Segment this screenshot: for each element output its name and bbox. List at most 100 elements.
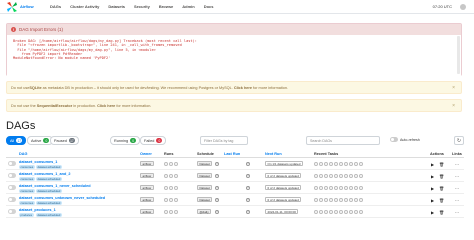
trigger-dag-play-icon[interactable]: ▶ bbox=[431, 198, 434, 203]
task-status-circle[interactable] bbox=[324, 209, 328, 214]
task-status-circle[interactable] bbox=[339, 209, 343, 214]
dag-tag[interactable]: dataset-scheduled bbox=[36, 177, 62, 181]
dag-id-link[interactable]: dataset_consumes_1 bbox=[19, 160, 57, 164]
run-status-circle[interactable] bbox=[164, 161, 168, 166]
task-status-circle[interactable] bbox=[359, 209, 363, 214]
filter-all-button[interactable]: All 17 bbox=[6, 136, 27, 145]
owner-badge[interactable]: airflow bbox=[140, 161, 154, 166]
task-status-circle[interactable] bbox=[334, 161, 338, 166]
task-status-circle[interactable] bbox=[354, 209, 358, 214]
nav-clock[interactable]: 07:20 UTC bbox=[433, 4, 452, 9]
task-status-circle[interactable] bbox=[354, 197, 358, 202]
close-icon[interactable]: × bbox=[452, 85, 455, 91]
task-status-circle[interactable] bbox=[334, 173, 338, 178]
dag-pause-toggle[interactable] bbox=[8, 173, 16, 178]
filter-failed-button[interactable]: Failed 0 bbox=[140, 136, 167, 145]
dag-id-link[interactable]: dataset_consumes_1_and_2 bbox=[19, 172, 71, 176]
dag-tag[interactable]: dataset-scheduled bbox=[36, 213, 62, 217]
dag-id-link[interactable]: dataset_consumes_unknown_never_scheduled bbox=[19, 196, 105, 200]
tag-filter-input[interactable]: Filter DAGs by tag bbox=[200, 136, 248, 145]
dag-tag[interactable]: dataset-scheduled bbox=[36, 165, 62, 169]
run-status-circle[interactable] bbox=[169, 197, 173, 202]
next-run-value[interactable]: On 1/1 datasets updated bbox=[265, 161, 303, 166]
task-status-circle[interactable] bbox=[329, 173, 333, 178]
task-status-circle[interactable] bbox=[339, 197, 343, 202]
dag-tag[interactable]: dataset-scheduled bbox=[36, 189, 62, 193]
task-status-circle[interactable] bbox=[329, 209, 333, 214]
task-status-circle[interactable] bbox=[314, 161, 318, 166]
nav-link-cluster-activity[interactable]: Cluster Activity bbox=[70, 4, 99, 9]
dag-search-input[interactable]: Search DAGs bbox=[306, 136, 380, 145]
dag-tag[interactable]: consumes bbox=[19, 165, 35, 169]
task-status-circle[interactable] bbox=[329, 161, 333, 166]
task-status-circle[interactable] bbox=[344, 185, 348, 190]
task-status-circle[interactable] bbox=[314, 173, 318, 178]
task-status-circle[interactable] bbox=[319, 209, 323, 214]
links-more-icon[interactable]: ⋯ bbox=[455, 186, 459, 191]
task-status-circle[interactable] bbox=[314, 185, 318, 190]
brand-home-link[interactable]: Airflow bbox=[6, 1, 41, 13]
next-run-value[interactable]: 0 of 2 datasets updated bbox=[265, 173, 302, 178]
traceback-scrollbar[interactable] bbox=[457, 36, 460, 74]
task-status-circle[interactable] bbox=[324, 197, 328, 202]
task-status-circle[interactable] bbox=[354, 161, 358, 166]
task-status-circle[interactable] bbox=[339, 161, 343, 166]
user-avatar[interactable] bbox=[460, 3, 466, 10]
column-header-dag[interactable]: DAG bbox=[19, 152, 27, 156]
column-header-owner[interactable]: Owner bbox=[140, 152, 152, 156]
run-status-circle[interactable] bbox=[169, 209, 173, 214]
task-status-circle[interactable] bbox=[349, 161, 353, 166]
dag-id-link[interactable]: dataset_produces_1 bbox=[19, 208, 56, 212]
nav-link-admin[interactable]: Admin bbox=[182, 4, 194, 9]
close-icon[interactable]: × bbox=[452, 103, 455, 109]
column-header-next-run[interactable]: Next Run bbox=[265, 152, 282, 156]
task-status-circle[interactable] bbox=[324, 161, 328, 166]
dag-pause-toggle[interactable] bbox=[8, 185, 16, 190]
task-status-circle[interactable] bbox=[334, 209, 338, 214]
run-status-circle[interactable] bbox=[164, 209, 168, 214]
task-status-circle[interactable] bbox=[359, 197, 363, 202]
dag-id-link[interactable]: dataset_consumes_1_never_scheduled bbox=[19, 184, 91, 188]
task-status-circle[interactable] bbox=[314, 209, 318, 214]
task-status-circle[interactable] bbox=[324, 173, 328, 178]
run-status-circle[interactable] bbox=[174, 197, 178, 202]
task-status-circle[interactable] bbox=[349, 185, 353, 190]
task-status-circle[interactable] bbox=[319, 197, 323, 202]
task-status-circle[interactable] bbox=[349, 197, 353, 202]
filter-paused-button[interactable]: Paused 17 bbox=[50, 136, 79, 145]
task-status-circle[interactable] bbox=[359, 173, 363, 178]
task-status-circle[interactable] bbox=[359, 161, 363, 166]
task-status-circle[interactable] bbox=[314, 197, 318, 202]
nav-link-docs[interactable]: Docs bbox=[204, 4, 214, 9]
task-status-circle[interactable] bbox=[319, 173, 323, 178]
task-status-circle[interactable] bbox=[349, 209, 353, 214]
trigger-dag-play-icon[interactable]: ▶ bbox=[431, 186, 434, 191]
delete-dag-trash-icon[interactable]: 🗑 bbox=[439, 162, 444, 168]
task-status-circle[interactable] bbox=[354, 185, 358, 190]
delete-dag-trash-icon[interactable]: 🗑 bbox=[439, 186, 444, 192]
run-status-circle[interactable] bbox=[164, 185, 168, 190]
owner-badge[interactable]: airflow bbox=[140, 185, 154, 190]
next-run-value[interactable]: 0 of 2 datasets updated bbox=[265, 197, 302, 202]
warning-more-info-link[interactable]: Click here bbox=[97, 104, 115, 108]
schedule-badge[interactable]: @daily bbox=[197, 209, 212, 214]
task-status-circle[interactable] bbox=[344, 161, 348, 166]
nav-link-dags[interactable]: DAGs bbox=[50, 4, 61, 9]
dag-pause-toggle[interactable] bbox=[8, 197, 16, 202]
nav-link-browse[interactable]: Browse bbox=[159, 4, 173, 9]
auto-refresh-toggle[interactable] bbox=[390, 137, 398, 142]
schedule-badge[interactable]: Dataset bbox=[197, 173, 213, 178]
task-status-circle[interactable] bbox=[324, 185, 328, 190]
run-status-circle[interactable] bbox=[164, 197, 168, 202]
run-status-circle[interactable] bbox=[169, 185, 173, 190]
import-errors-header[interactable]: ! DAG Import Errors (1) bbox=[7, 24, 461, 35]
links-more-icon[interactable]: ⋯ bbox=[455, 174, 459, 179]
links-more-icon[interactable]: ⋯ bbox=[455, 210, 459, 215]
schedule-badge[interactable]: Dataset bbox=[197, 185, 213, 190]
task-status-circle[interactable] bbox=[334, 197, 338, 202]
dag-tag[interactable]: consumes bbox=[19, 189, 35, 193]
task-status-circle[interactable] bbox=[354, 173, 358, 178]
nav-link-security[interactable]: Security bbox=[134, 4, 150, 9]
task-status-circle[interactable] bbox=[339, 173, 343, 178]
trigger-dag-play-icon[interactable]: ▶ bbox=[431, 174, 434, 179]
